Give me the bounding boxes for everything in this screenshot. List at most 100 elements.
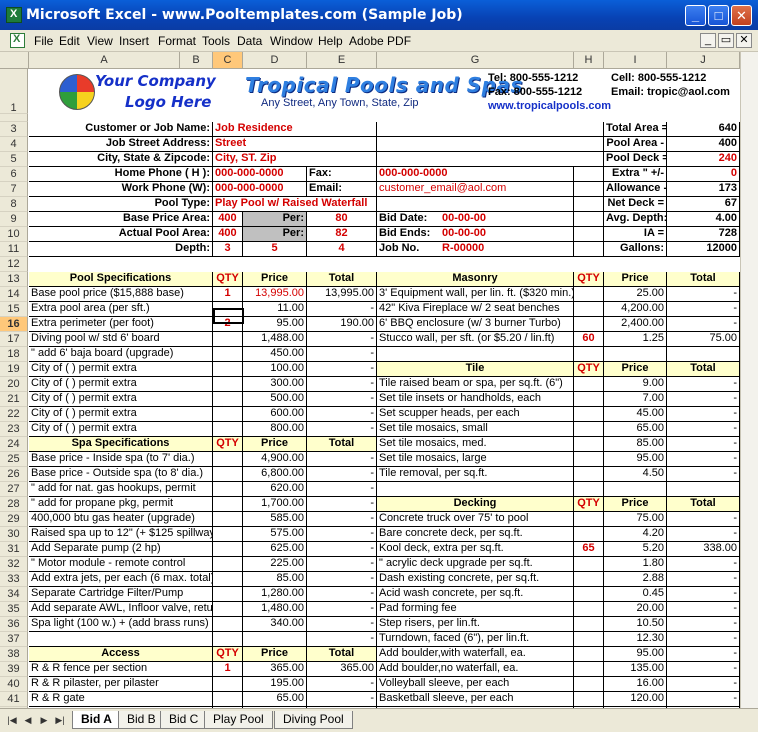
line-item-description[interactable]: City of ( ) permit extra <box>29 392 213 407</box>
row-header[interactable] <box>0 114 28 122</box>
first-sheet-icon[interactable]: |◀ <box>6 714 18 727</box>
line-item-price[interactable]: 45.00 <box>604 407 667 422</box>
line-item-qty[interactable] <box>213 347 243 362</box>
row-header[interactable]: 8 <box>0 197 28 212</box>
sheet-tab-bid-b[interactable]: Bid B <box>118 711 165 729</box>
fax-value[interactable]: 000-000-0000 <box>377 167 574 182</box>
line-item-price[interactable] <box>604 347 667 362</box>
line-item-description[interactable]: 42" Kiva Fireplace w/ 2 seat benches <box>377 302 574 317</box>
line-item-qty[interactable] <box>213 557 243 572</box>
line-item-description[interactable]: Set tile insets or handholds, each <box>377 392 574 407</box>
summary-value[interactable]: 67 <box>667 197 740 212</box>
row-header[interactable]: 14 <box>0 287 28 302</box>
line-item-price[interactable]: 75.00 <box>604 512 667 527</box>
line-item-description[interactable]: Kool deck, extra per sq.ft. <box>377 542 574 557</box>
customer-field-value[interactable]: Job Residence <box>213 122 377 137</box>
line-item-price[interactable]: 1.80 <box>604 557 667 572</box>
line-item-qty[interactable] <box>574 602 604 617</box>
column-header-i[interactable]: I <box>604 52 667 69</box>
line-item-qty[interactable] <box>574 557 604 572</box>
line-item-total[interactable]: - <box>307 302 377 317</box>
line-item-description[interactable]: City of ( ) permit extra <box>29 377 213 392</box>
line-item-qty[interactable] <box>574 302 604 317</box>
row-header[interactable]: 24 <box>0 437 28 452</box>
sheet-tab-diving-pool[interactable]: Diving Pool <box>274 711 353 729</box>
line-item-total[interactable]: - <box>307 482 377 497</box>
menu-insert[interactable]: Insert <box>119 34 149 48</box>
line-item-price[interactable]: 95.00 <box>604 647 667 662</box>
bid-ends-value[interactable]: 00-00-00 <box>440 227 604 242</box>
row-header[interactable]: 11 <box>0 242 28 257</box>
line-item-price[interactable]: 25.00 <box>604 287 667 302</box>
row-header[interactable]: 35 <box>0 602 28 617</box>
summary-value[interactable]: 400 <box>667 137 740 152</box>
row-header[interactable]: 18 <box>0 347 28 362</box>
line-item-description[interactable]: Extra perimeter (per foot) <box>29 317 213 332</box>
line-item-description[interactable]: " add for nat. gas hookups, permit <box>29 482 213 497</box>
sheet-tab-bid-a[interactable]: Bid A <box>72 711 121 729</box>
cell[interactable] <box>377 122 604 137</box>
row-header[interactable]: 31 <box>0 542 28 557</box>
line-item-description[interactable]: Base pool price ($15,888 base) <box>29 287 213 302</box>
line-item-description[interactable]: Dash existing concrete, per sq.ft. <box>377 572 574 587</box>
line-item-total[interactable]: 365.00 <box>307 662 377 677</box>
line-item-qty[interactable]: 60 <box>574 332 604 347</box>
line-item-price[interactable]: 1,280.00 <box>243 587 307 602</box>
sheet-tab-bid-c[interactable]: Bid C <box>160 711 208 729</box>
line-item-total[interactable]: - <box>307 692 377 707</box>
line-item-price[interactable]: 0.45 <box>604 587 667 602</box>
line-item-price[interactable]: 195.00 <box>243 677 307 692</box>
bid-date-value[interactable]: 00-00-00 <box>440 212 604 227</box>
line-item-total[interactable]: 75.00 <box>667 332 740 347</box>
line-item-description[interactable]: Separate Cartridge Filter/Pump <box>29 587 213 602</box>
line-item-price[interactable]: 20.00 <box>604 602 667 617</box>
row-header[interactable]: 3 <box>0 122 28 137</box>
line-item-total[interactable]: - <box>307 557 377 572</box>
line-item-description[interactable]: Add boulder,no waterfall, ea. <box>377 662 574 677</box>
line-item-total[interactable]: 338.00 <box>667 542 740 557</box>
line-item-total[interactable]: - <box>307 392 377 407</box>
line-item-price[interactable]: 65.00 <box>243 692 307 707</box>
summary-value[interactable]: 12000 <box>667 242 740 257</box>
line-item-total[interactable]: - <box>667 617 740 632</box>
row-header[interactable]: 39 <box>0 662 28 677</box>
line-item-qty[interactable] <box>213 632 243 647</box>
line-item-description[interactable]: Add boulder,with waterfall, ea. <box>377 647 574 662</box>
row-header[interactable]: 7 <box>0 182 28 197</box>
line-item-total[interactable]: - <box>667 287 740 302</box>
menu-adobe-pdf[interactable]: Adobe PDF <box>349 34 411 48</box>
line-item-total[interactable]: - <box>307 527 377 542</box>
line-item-total[interactable]: - <box>667 692 740 707</box>
line-item-qty[interactable] <box>213 497 243 512</box>
line-item-total[interactable]: - <box>667 422 740 437</box>
menu-help[interactable]: Help <box>318 34 343 48</box>
line-item-description[interactable]: City of ( ) permit extra <box>29 422 213 437</box>
line-item-qty[interactable] <box>213 572 243 587</box>
line-item-price[interactable]: 450.00 <box>243 347 307 362</box>
depth-shallow-value[interactable]: 3 <box>213 242 243 257</box>
line-item-total[interactable]: - <box>307 362 377 377</box>
line-item-total[interactable]: - <box>307 407 377 422</box>
per-value[interactable]: 82 <box>307 227 377 242</box>
line-item-qty[interactable] <box>213 407 243 422</box>
row-header[interactable]: 34 <box>0 587 28 602</box>
row-header[interactable]: 1 <box>0 69 28 114</box>
line-item-qty[interactable] <box>574 512 604 527</box>
summary-value[interactable]: 173 <box>667 182 740 197</box>
line-item-description[interactable]: Step risers, per lin.ft. <box>377 617 574 632</box>
line-item-qty[interactable] <box>213 377 243 392</box>
base-price-area-value[interactable]: 400 <box>213 212 243 227</box>
line-item-description[interactable]: 400,000 btu gas heater (upgrade) <box>29 512 213 527</box>
line-item-description[interactable]: Spa light (100 w.) + (add brass runs) <box>29 617 213 632</box>
line-item-qty[interactable] <box>213 512 243 527</box>
line-item-description[interactable]: Bare concrete deck, per sq.ft. <box>377 527 574 542</box>
line-item-total[interactable]: - <box>307 452 377 467</box>
line-item-total[interactable]: - <box>307 677 377 692</box>
line-item-description[interactable] <box>377 347 574 362</box>
row-header[interactable]: 13 <box>0 272 28 287</box>
row-header[interactable]: 5 <box>0 152 28 167</box>
line-item-price[interactable]: 585.00 <box>243 512 307 527</box>
vertical-scrollbar[interactable] <box>740 52 758 708</box>
line-item-description[interactable]: " Motor module - remote control <box>29 557 213 572</box>
line-item-price[interactable]: 4,200.00 <box>604 302 667 317</box>
